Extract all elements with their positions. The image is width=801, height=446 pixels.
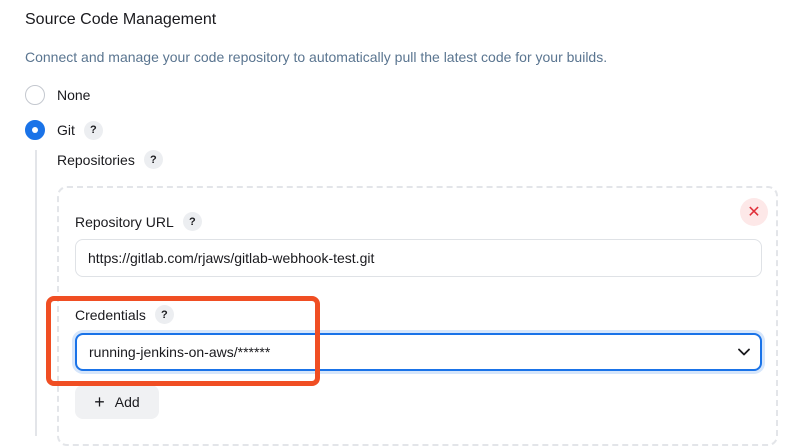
credentials-label: Credentials	[75, 306, 146, 323]
radio-option-git[interactable]: Git ?	[25, 120, 103, 140]
add-button-label: Add	[114, 394, 140, 410]
delete-repository-button[interactable]: ✕	[740, 198, 768, 226]
radio-git[interactable]	[25, 120, 45, 140]
section-title: Source Code Management	[25, 11, 217, 28]
plus-icon: +	[94, 392, 105, 412]
git-options-indent-line	[35, 150, 37, 436]
close-icon: ✕	[747, 204, 761, 221]
repositories-help-icon[interactable]: ?	[143, 150, 163, 169]
repository-url-label: Repository URL	[75, 213, 174, 230]
radio-option-none[interactable]: None	[25, 85, 90, 105]
credentials-select[interactable]: running-jenkins-on-aws/******	[75, 333, 762, 371]
repository-url-heading: Repository URL ?	[75, 212, 202, 231]
repository-url-help-icon[interactable]: ?	[182, 212, 202, 231]
radio-git-label: Git	[57, 122, 75, 138]
credentials-heading: Credentials ?	[75, 305, 174, 324]
git-help-icon[interactable]: ?	[83, 120, 103, 140]
add-credentials-button[interactable]: + Add	[75, 385, 159, 419]
radio-none-label: None	[57, 87, 91, 103]
repository-url-input[interactable]	[75, 239, 762, 277]
credentials-help-icon[interactable]: ?	[154, 305, 174, 324]
chevron-down-icon	[738, 345, 750, 359]
repositories-heading: Repositories ?	[57, 150, 163, 169]
section-description: Connect and manage your code repository …	[25, 49, 608, 65]
radio-none[interactable]	[25, 85, 45, 105]
credentials-selected-value: running-jenkins-on-aws/******	[89, 344, 271, 360]
repositories-label: Repositories	[57, 151, 135, 168]
